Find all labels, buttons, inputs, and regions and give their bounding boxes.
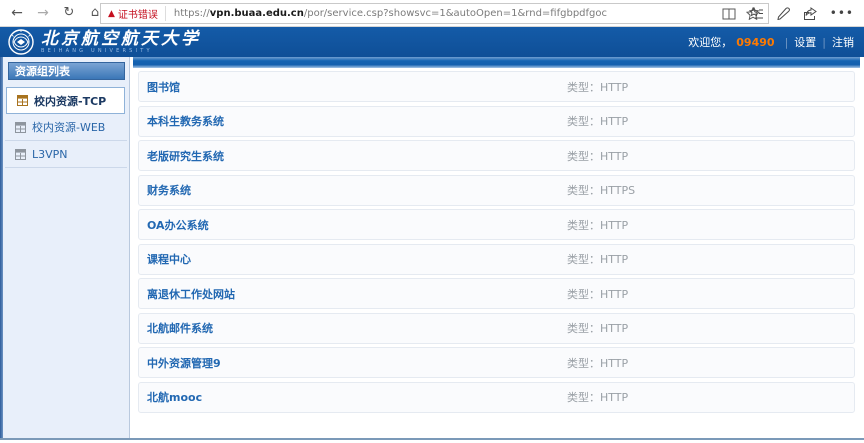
resource-type-label: 类型：	[567, 288, 600, 301]
resource-type-label: 类型：	[567, 253, 600, 266]
resource-type-value: HTTP	[600, 253, 628, 266]
resource-link[interactable]: 离退休工作处网站	[147, 286, 567, 302]
resource-link[interactable]: 本科生教务系统	[147, 113, 567, 129]
resource-type-value: HTTP	[600, 288, 628, 301]
forward-icon[interactable]: →	[32, 0, 54, 26]
resource-type-value: HTTP	[600, 357, 628, 370]
resource-group-icon	[15, 149, 26, 160]
resource-type-label: 类型：	[567, 150, 600, 163]
university-name-en: BEIHANG UNIVERSITY	[41, 49, 201, 54]
resource-row[interactable]: 北航mooc 类型：HTTP	[138, 382, 855, 413]
reading-view-icon[interactable]	[722, 8, 736, 20]
site-header: 北京航空航天大学 BEIHANG UNIVERSITY 欢迎您， 09490 |…	[0, 27, 864, 57]
cert-warning-label: 证书错误	[118, 6, 158, 21]
university-name-cn: 北京航空航天大学	[41, 31, 201, 48]
resource-row[interactable]: 课程中心 类型：HTTP	[138, 244, 855, 275]
resource-list: 图书馆 类型：HTTP 本科生教务系统 类型：HTTP 老版研究生系统 类型：H…	[133, 68, 860, 413]
resource-type-value: HTTP	[600, 150, 628, 163]
resource-type-value: HTTP	[600, 115, 628, 128]
resource-type: 类型：HTTP	[567, 148, 628, 164]
hub-icon[interactable]	[749, 7, 764, 20]
resource-row[interactable]: 老版研究生系统 类型：HTTP	[138, 140, 855, 171]
resource-link[interactable]: 中外资源管理9	[147, 355, 567, 371]
resource-link[interactable]: 北航mooc	[147, 389, 567, 405]
user-area: 欢迎您， 09490 | 设置 | 注销	[688, 27, 854, 57]
resource-row[interactable]: 中外资源管理9 类型：HTTP	[138, 347, 855, 378]
resource-type: 类型：HTTP	[567, 79, 628, 95]
web-note-icon[interactable]	[777, 7, 790, 20]
resource-row[interactable]: 离退休工作处网站 类型：HTTP	[138, 278, 855, 309]
resource-type: 类型：HTTP	[567, 113, 628, 129]
resource-type-label: 类型：	[567, 115, 600, 128]
resource-type: 类型：HTTP	[567, 320, 628, 336]
warning-triangle-icon: ▲	[108, 9, 115, 19]
browser-toolbar: ← → ↻ ⌂ ▲ 证书错误 https://vpn.buaa.edu.cn/p…	[0, 0, 864, 27]
resource-type-value: HTTP	[600, 219, 628, 232]
url-scheme: https://	[174, 8, 210, 19]
resource-link[interactable]: 课程中心	[147, 251, 567, 267]
address-bar[interactable]: ▲ 证书错误 https://vpn.buaa.edu.cn/por/servi…	[100, 3, 769, 24]
resource-type-value: HTTP	[600, 322, 628, 335]
university-logo[interactable]	[8, 29, 34, 55]
resource-group-label: 校内资源-TCP	[34, 93, 106, 109]
content-top-bar	[133, 57, 860, 68]
resource-type: 类型：HTTP	[567, 217, 628, 233]
resource-type: 类型：HTTP	[567, 389, 628, 405]
sidebar-title: 资源组列表	[8, 62, 125, 80]
header-separator: |	[785, 36, 789, 49]
resource-group-label: L3VPN	[32, 148, 68, 161]
resource-link[interactable]: 图书馆	[147, 79, 567, 95]
resource-group-sidebar: 资源组列表 校内资源-TCP 校内资源-WEB	[3, 57, 130, 438]
refresh-icon[interactable]: ↻	[58, 0, 80, 26]
welcome-label: 欢迎您，	[688, 34, 732, 50]
url-domain: vpn.buaa.edu.cn	[210, 8, 304, 19]
sidebar-resource-group-item[interactable]: 校内资源-WEB	[5, 114, 127, 141]
resource-row[interactable]: 北航邮件系统 类型：HTTP	[138, 313, 855, 344]
more-icon[interactable]: •••	[830, 6, 854, 20]
resource-row[interactable]: 图书馆 类型：HTTP	[138, 71, 855, 102]
resource-row[interactable]: OA办公系统 类型：HTTP	[138, 209, 855, 240]
resource-type-label: 类型：	[567, 391, 600, 404]
back-icon[interactable]: ←	[6, 0, 28, 26]
resource-row[interactable]: 本科生教务系统 类型：HTTP	[138, 106, 855, 137]
url-text[interactable]: https://vpn.buaa.edu.cn/por/service.csp?…	[166, 8, 722, 19]
resource-type-label: 类型：	[567, 357, 600, 370]
portal-page: 资源组列表 校内资源-TCP 校内资源-WEB	[0, 57, 864, 443]
resource-group-icon	[15, 122, 26, 133]
resource-type-value: HTTP	[600, 391, 628, 404]
resource-link[interactable]: 老版研究生系统	[147, 148, 567, 164]
sidebar-resource-group-item[interactable]: 校内资源-TCP	[6, 87, 125, 114]
settings-link[interactable]: 设置	[794, 34, 816, 50]
resource-type-label: 类型：	[567, 81, 600, 94]
resource-link[interactable]: OA办公系统	[147, 217, 567, 233]
resource-type: 类型：HTTP	[567, 286, 628, 302]
resource-type-value: HTTP	[600, 81, 628, 94]
sidebar-resource-group-item[interactable]: L3VPN	[5, 141, 127, 168]
resource-type: 类型：HTTP	[567, 355, 628, 371]
logout-link[interactable]: 注销	[832, 34, 854, 50]
resource-type: 类型：HTTP	[567, 251, 628, 267]
share-icon[interactable]	[803, 7, 817, 20]
resource-type-label: 类型：	[567, 322, 600, 335]
user-id: 09490	[736, 36, 774, 49]
resource-group-icon	[17, 95, 28, 106]
resource-type: 类型：HTTPS	[567, 182, 635, 198]
bottom-frame-border	[0, 438, 864, 440]
certificate-warning[interactable]: ▲ 证书错误	[101, 6, 165, 21]
resource-type-label: 类型：	[567, 184, 600, 197]
resource-link[interactable]: 北航邮件系统	[147, 320, 567, 336]
url-path: /por/service.csp?showsvc=1&autoOpen=1&rn…	[304, 8, 607, 19]
resource-type-label: 类型：	[567, 219, 600, 232]
resource-list-panel: 图书馆 类型：HTTP 本科生教务系统 类型：HTTP 老版研究生系统 类型：H…	[133, 57, 860, 438]
header-separator: |	[822, 36, 826, 49]
resource-link[interactable]: 财务系统	[147, 182, 567, 198]
resource-type-value: HTTPS	[600, 184, 635, 197]
resource-row[interactable]: 财务系统 类型：HTTPS	[138, 175, 855, 206]
resource-group-label: 校内资源-WEB	[32, 119, 105, 135]
